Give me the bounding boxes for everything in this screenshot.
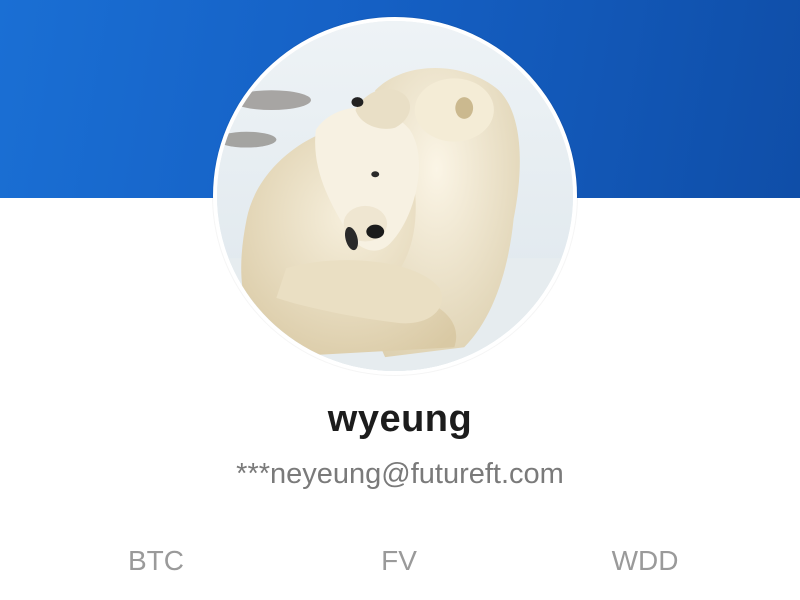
email-address: ***neyeung@futureft.com bbox=[236, 458, 564, 490]
stat-wdd[interactable]: WDD bbox=[565, 545, 725, 577]
stat-btc[interactable]: BTC bbox=[76, 545, 236, 577]
username: wyeung bbox=[327, 398, 473, 440]
stats-row: BTC FV WDD bbox=[0, 545, 800, 600]
profile-screen: wyeung ***neyeung@futureft.com BTC FV WD… bbox=[0, 0, 800, 600]
stat-fv[interactable]: FV bbox=[319, 545, 479, 577]
avatar[interactable] bbox=[213, 17, 577, 375]
polar-bears-avatar-image bbox=[217, 21, 573, 371]
